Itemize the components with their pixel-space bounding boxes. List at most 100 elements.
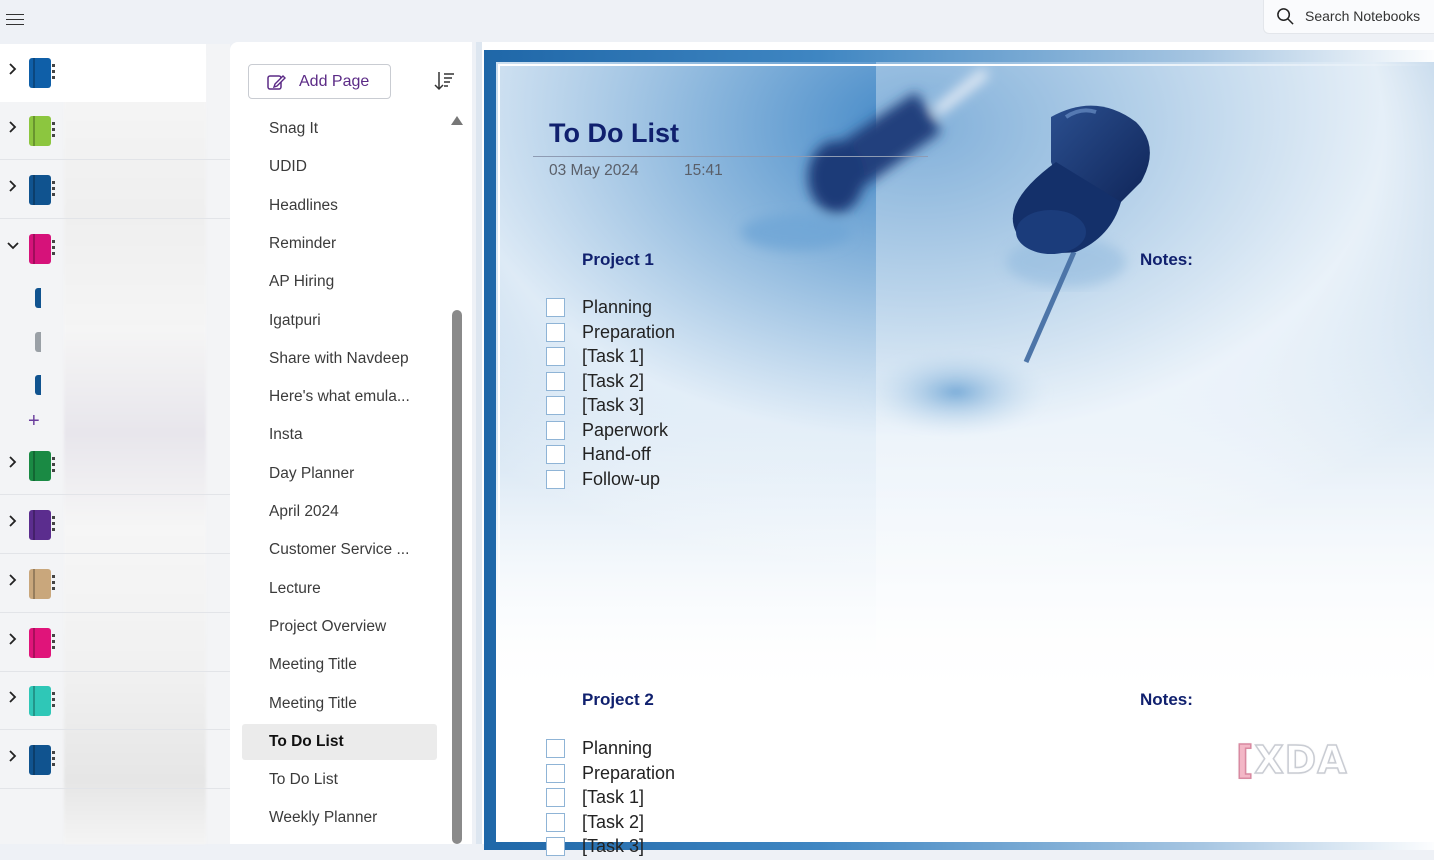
scroll-up-arrow-icon[interactable] — [451, 116, 463, 125]
task-label[interactable]: Planning — [582, 738, 652, 759]
sort-icon[interactable] — [434, 70, 456, 92]
chevron-right-icon[interactable] — [7, 574, 19, 588]
task-label[interactable]: Paperwork — [582, 420, 668, 441]
chevron-right-icon[interactable] — [7, 121, 19, 135]
page-list-item[interactable]: Headlines — [242, 188, 437, 224]
chevron-right-icon[interactable] — [7, 515, 19, 529]
add-page-button[interactable]: Add Page — [248, 64, 391, 99]
page-list-item-label: Snag It — [269, 120, 319, 137]
notebook-row[interactable] — [0, 102, 230, 160]
task-label[interactable]: Preparation — [582, 763, 675, 784]
project-1-notes-heading[interactable]: Notes: — [1140, 250, 1193, 270]
add-page-label: Add Page — [299, 73, 370, 90]
page-list-item[interactable]: To Do List — [242, 762, 437, 798]
page-list-item-label: April 2024 — [269, 503, 339, 520]
task-checkbox[interactable] — [546, 371, 565, 391]
task-label[interactable]: Follow-up — [582, 469, 660, 490]
notebook-icon — [29, 451, 55, 481]
notebook-sidebar: + — [0, 44, 230, 844]
page-list-item[interactable]: UDID — [242, 149, 437, 185]
notebook-icon — [29, 686, 55, 716]
task-checkbox[interactable] — [546, 788, 565, 807]
task-label[interactable]: Hand-off — [582, 444, 651, 465]
add-page-icon — [267, 75, 286, 90]
project-2-heading[interactable]: Project 2 — [582, 690, 654, 710]
task-label[interactable]: [Task 1] — [582, 787, 644, 808]
task-checkbox[interactable] — [546, 812, 565, 832]
notebook-icon — [29, 175, 55, 205]
notebook-icon — [29, 234, 55, 264]
page-list-item[interactable]: Meeting Title — [242, 686, 437, 722]
page-title[interactable]: To Do List — [549, 118, 679, 149]
notebook-row[interactable] — [0, 614, 230, 672]
chevron-down-icon[interactable] — [7, 239, 19, 253]
page-list-scrollbar[interactable] — [452, 310, 462, 844]
page-list-item[interactable]: AP Hiring — [242, 264, 437, 300]
task-checkbox[interactable] — [546, 469, 565, 489]
page-list-item[interactable]: Share with Navdeep — [242, 341, 437, 377]
page-list-item[interactable]: Meeting Title — [242, 647, 437, 683]
notebook-row[interactable] — [0, 672, 230, 730]
section-tab-1[interactable] — [35, 288, 41, 308]
notebook-row[interactable] — [0, 44, 206, 102]
chevron-right-icon[interactable] — [7, 456, 19, 470]
menu-icon[interactable] — [6, 10, 24, 26]
page-list-item[interactable]: Lecture — [242, 571, 437, 607]
page-list-item[interactable]: April 2024 — [242, 494, 437, 530]
page-list-item[interactable]: Day Planner — [242, 456, 437, 492]
page-list-item[interactable]: Customer Service ... — [242, 532, 437, 568]
search-notebooks-button[interactable]: Search Notebooks — [1263, 0, 1434, 34]
add-section-button[interactable]: + — [28, 410, 40, 433]
divider — [0, 729, 230, 730]
page-list-item-label: Share with Navdeep — [269, 349, 409, 367]
task-checkbox[interactable] — [546, 763, 565, 783]
task-label[interactable]: [Task 3] — [582, 395, 644, 416]
page-list-item-label: AP Hiring — [269, 273, 335, 291]
notebook-icon — [29, 116, 55, 146]
divider — [0, 218, 230, 219]
page-list-item[interactable]: To Do List — [242, 723, 437, 760]
page-list-item[interactable]: Weekly Planner — [242, 800, 437, 836]
chevron-right-icon[interactable] — [7, 633, 19, 647]
chevron-right-icon[interactable] — [7, 63, 19, 77]
page-list-item[interactable]: Here's what emula... — [242, 379, 437, 415]
chevron-right-icon[interactable] — [7, 180, 19, 194]
notebook-row[interactable] — [0, 555, 230, 613]
task-checkbox[interactable] — [546, 837, 565, 856]
notebook-icon — [29, 510, 55, 540]
page-list-panel: Add Page Snag It UDID Headlines Reminder AP … — [230, 42, 472, 844]
section-tab-2[interactable] — [35, 332, 41, 352]
task-label[interactable]: [Task 2] — [582, 812, 644, 833]
task-label[interactable]: [Task 2] — [582, 371, 644, 392]
divider — [0, 788, 230, 789]
task-checkbox[interactable] — [546, 322, 565, 342]
section-tab-3[interactable] — [35, 375, 41, 395]
page-list-item-label: To Do List — [269, 732, 344, 750]
task-checkbox[interactable] — [546, 347, 565, 366]
task-checkbox[interactable] — [546, 298, 565, 317]
notebook-row[interactable] — [0, 220, 230, 278]
page-list-item[interactable]: Igatpuri — [242, 303, 437, 339]
page-list-item[interactable]: Reminder — [242, 226, 437, 262]
chevron-right-icon[interactable] — [7, 750, 19, 764]
chevron-right-icon[interactable] — [7, 691, 19, 705]
task-checkbox[interactable] — [546, 420, 565, 440]
task-label[interactable]: [Task 3] — [582, 836, 644, 857]
page-list-item[interactable]: Project Overview — [242, 609, 437, 645]
task-checkbox[interactable] — [546, 396, 565, 415]
frame-border-left — [498, 64, 500, 684]
notebook-row[interactable] — [0, 437, 230, 495]
task-checkbox[interactable] — [546, 445, 565, 464]
notebook-row[interactable] — [0, 731, 230, 789]
task-label[interactable]: [Task 1] — [582, 346, 644, 367]
page-list-item[interactable]: Insta — [242, 417, 437, 453]
project-2-notes-heading[interactable]: Notes: — [1140, 690, 1193, 710]
task-label[interactable]: Planning — [582, 297, 652, 318]
task-label[interactable]: Preparation — [582, 322, 675, 343]
project-1-heading[interactable]: Project 1 — [582, 250, 654, 270]
page-list-item[interactable]: Snag It — [242, 111, 437, 147]
page-date: 03 May 2024 — [549, 162, 639, 179]
notebook-row[interactable] — [0, 161, 230, 219]
notebook-row[interactable] — [0, 496, 230, 554]
task-checkbox[interactable] — [546, 739, 565, 758]
